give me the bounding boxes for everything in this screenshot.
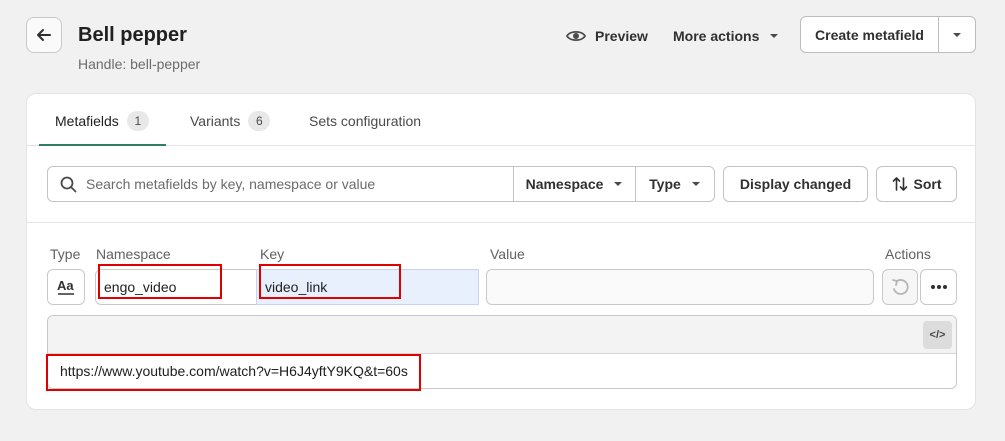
key-field[interactable]: video_link — [256, 269, 479, 305]
text-format-icon: Aa — [57, 278, 74, 295]
column-header-key: Key — [260, 246, 285, 262]
more-actions-label: More actions — [673, 28, 760, 44]
ellipsis-icon — [930, 285, 947, 289]
filter-bar: Search metafields by key, namespace or v… — [27, 146, 975, 223]
page-subtitle: Handle: bell-pepper — [78, 56, 201, 72]
display-changed-label: Display changed — [739, 176, 852, 192]
arrow-left-icon — [37, 29, 51, 41]
tab-sets-configuration[interactable]: Sets configuration — [309, 110, 421, 132]
namespace-filter-label: Namespace — [525, 176, 604, 192]
tab-label: Sets configuration — [309, 113, 422, 129]
tab-bar: Metafields 1 Variants 6 Sets configurati… — [27, 94, 975, 146]
display-changed-button[interactable]: Display changed — [723, 166, 868, 202]
svg-text:Aa: Aa — [57, 278, 74, 293]
column-header-actions: Actions — [885, 246, 931, 262]
search-placeholder: Search metafields by key, namespace or v… — [86, 176, 376, 192]
metafields-card: Metafields 1 Variants 6 Sets configurati… — [26, 93, 976, 410]
key-value: video_link — [265, 279, 328, 295]
namespace-filter[interactable]: Namespace — [513, 166, 636, 202]
namespace-field[interactable]: engo_video — [95, 269, 257, 305]
caret-down-icon — [614, 182, 623, 186]
create-options-button[interactable] — [939, 17, 975, 52]
eye-icon — [566, 30, 586, 42]
caret-down-icon — [691, 182, 700, 186]
code-view-button[interactable]: </> — [923, 321, 952, 349]
reset-button[interactable] — [882, 269, 918, 305]
editor-content[interactable]: https://www.youtube.com/watch?v=H6J4yftY… — [60, 363, 408, 379]
count-badge: 6 — [248, 111, 271, 131]
code-icon: </> — [929, 329, 946, 341]
tab-label: Metafields — [55, 113, 119, 129]
search-icon — [60, 176, 77, 192]
back-button[interactable] — [26, 17, 62, 53]
sort-icon — [892, 177, 907, 191]
caret-down-icon — [770, 34, 779, 38]
sort-label: Sort — [913, 176, 942, 192]
caret-down-icon — [953, 32, 961, 37]
create-metafield-button[interactable]: Create metafield — [801, 17, 939, 52]
metafields-table: Type Namespace Key Value Actions Aa engo… — [27, 223, 975, 409]
undo-icon — [892, 279, 909, 295]
column-header-value: Value — [490, 246, 525, 262]
tab-variants[interactable]: Variants 6 — [190, 110, 271, 132]
namespace-value: engo_video — [104, 279, 177, 295]
preview-button[interactable]: Preview — [566, 24, 648, 48]
type-filter-label: Type — [649, 176, 681, 192]
page-title: Bell pepper — [78, 24, 187, 46]
type-filter[interactable]: Type — [635, 166, 715, 202]
column-header-namespace: Namespace — [96, 246, 171, 262]
tab-label: Variants — [190, 113, 241, 129]
sort-button[interactable]: Sort — [876, 166, 957, 202]
rich-text-editor[interactable]: </> https://www.youtube.com/watch?v=H6J4… — [47, 315, 957, 389]
search-input[interactable]: Search metafields by key, namespace or v… — [47, 166, 514, 202]
more-actions-button[interactable]: More actions — [673, 24, 779, 48]
tab-metafields[interactable]: Metafields 1 — [55, 110, 149, 132]
more-options-button[interactable] — [920, 269, 957, 305]
preview-label: Preview — [595, 28, 648, 44]
text-type-icon[interactable]: Aa — [47, 269, 85, 305]
column-header-type: Type — [50, 246, 81, 262]
create-metafield-group: Create metafield — [800, 16, 976, 53]
value-field[interactable] — [486, 269, 874, 305]
editor-toolbar: </> — [48, 316, 956, 354]
count-badge: 1 — [126, 111, 149, 131]
